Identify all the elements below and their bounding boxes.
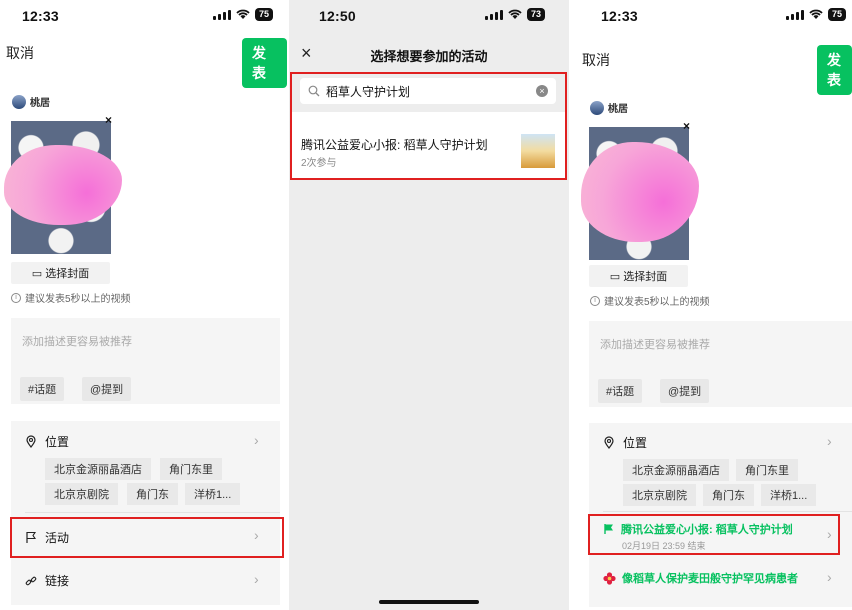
close-icon[interactable]: × (683, 119, 690, 133)
avatar (12, 94, 26, 109)
suggested-activity-title: 像稻草人保护麦田般守护罕见病患者 (622, 573, 798, 585)
location-chip[interactable]: 北京金源丽晶酒店 (623, 459, 729, 481)
location-label: 位置 (45, 435, 70, 449)
location-row[interactable]: 位置 (603, 434, 647, 451)
battery-icon: 73 (526, 8, 545, 21)
info-icon: i (590, 295, 600, 306)
link-row[interactable]: 链接 (25, 572, 69, 589)
signal-icon (212, 9, 231, 20)
info-icon: i (11, 292, 21, 303)
location-chip[interactable]: 北京京剧院 (45, 483, 118, 505)
username: 桃居 (608, 104, 628, 115)
location-icon (604, 436, 614, 449)
activity-result-item[interactable]: 腾讯公益爱心小报: 稻草人守护计划 2次参与 (292, 112, 565, 178)
highlight-box (10, 517, 284, 558)
description-placeholder: 添加描述更容易被推荐 (600, 339, 710, 351)
video-hint-text: 建议发表5秒以上的视频 (604, 297, 710, 308)
search-icon (308, 85, 320, 97)
search-bar[interactable]: × (300, 78, 556, 104)
compose-panel-right: 12:33 75 取消 发表 桃居 × ▭ 选择封面 i 建议发表5秒以上的视频… (571, 0, 852, 610)
battery-icon: 75 (827, 8, 846, 21)
select-cover-label: 选择封面 (45, 268, 90, 280)
status-time: 12:33 (22, 8, 59, 24)
status-time: 12:50 (319, 8, 356, 24)
signal-icon (484, 9, 503, 20)
publish-button[interactable]: 发表 (242, 38, 287, 88)
topic-chip[interactable]: #话题 (598, 379, 643, 403)
user-info: 桃居 (590, 100, 628, 115)
select-cover-label: 选择封面 (623, 271, 668, 283)
activity-picker-panel: 12:50 73 × 选择想要参加的活动 × 腾讯公益爱心小报: 稻草人守护计划… (289, 0, 569, 610)
chevron-right-icon: › (827, 433, 832, 449)
result-thumbnail (521, 134, 555, 168)
select-cover-button[interactable]: ▭ 选择封面 (589, 265, 688, 287)
divider (603, 511, 852, 512)
location-chip[interactable]: 洋桥1... (761, 484, 817, 506)
video-hint: i 建议发表5秒以上的视频 (11, 290, 131, 305)
username: 桃居 (30, 98, 50, 109)
highlight-box (588, 514, 840, 555)
cancel-button[interactable]: 取消 (582, 50, 610, 70)
location-chip[interactable]: 北京京剧院 (623, 484, 696, 506)
status-bar: 12:50 73 (289, 6, 569, 26)
suggested-activity[interactable]: 像稻草人保护麦田般守护罕见病患者 (603, 570, 798, 586)
divider (25, 512, 280, 513)
wifi-icon (809, 9, 823, 19)
wifi-icon (236, 9, 250, 19)
location-chip[interactable]: 角门东 (127, 483, 178, 505)
location-chip[interactable]: 角门东里 (736, 459, 798, 481)
location-chip[interactable]: 角门东里 (160, 458, 222, 480)
result-participants: 2次参与 (301, 158, 337, 169)
chevron-right-icon: › (254, 432, 259, 448)
signal-icon (785, 9, 804, 20)
image-icon: ▭ (609, 271, 624, 283)
location-chip[interactable]: 洋桥1... (185, 483, 241, 505)
topic-chip[interactable]: #话题 (20, 377, 65, 401)
description-placeholder: 添加描述更容易被推荐 (22, 336, 132, 348)
select-cover-button[interactable]: ▭ 选择封面 (11, 262, 110, 284)
publish-button[interactable]: 发表 (817, 45, 852, 95)
user-info: 桃居 (12, 94, 50, 109)
flower-icon (603, 571, 616, 585)
cancel-button[interactable]: 取消 (6, 43, 34, 63)
location-row[interactable]: 位置 (25, 433, 69, 450)
location-chip[interactable]: 北京金源丽晶酒店 (45, 458, 151, 480)
video-hint: i 建议发表5秒以上的视频 (590, 293, 710, 308)
status-time: 12:33 (601, 8, 638, 24)
status-bar: 12:33 75 (571, 6, 852, 26)
clear-icon[interactable]: × (536, 85, 548, 97)
status-bar: 12:33 75 (0, 6, 287, 26)
close-icon[interactable]: × (105, 113, 112, 127)
link-label: 链接 (45, 574, 70, 588)
video-hint-text: 建议发表5秒以上的视频 (25, 294, 131, 305)
location-label: 位置 (623, 436, 648, 450)
location-icon (26, 435, 36, 448)
image-icon: ▭ (31, 268, 46, 280)
compose-panel-left: 12:33 75 取消 发表 桃居 × ▭ 选择封面 i 建议发表5秒以上的视频… (0, 0, 287, 610)
result-title: 腾讯公益爱心小报: 稻草人守护计划 (301, 138, 488, 152)
mention-chip[interactable]: @提到 (660, 379, 710, 403)
chevron-right-icon: › (827, 569, 832, 585)
avatar (590, 100, 604, 115)
wifi-icon (508, 9, 522, 19)
battery-icon: 75 (254, 8, 273, 21)
page-title: 选择想要参加的活动 (370, 49, 488, 64)
search-input[interactable] (326, 84, 530, 98)
location-chip[interactable]: 角门东 (703, 484, 754, 506)
link-icon (25, 576, 37, 585)
mention-chip[interactable]: @提到 (82, 377, 132, 401)
home-indicator (379, 600, 479, 604)
chevron-right-icon: › (254, 571, 259, 587)
